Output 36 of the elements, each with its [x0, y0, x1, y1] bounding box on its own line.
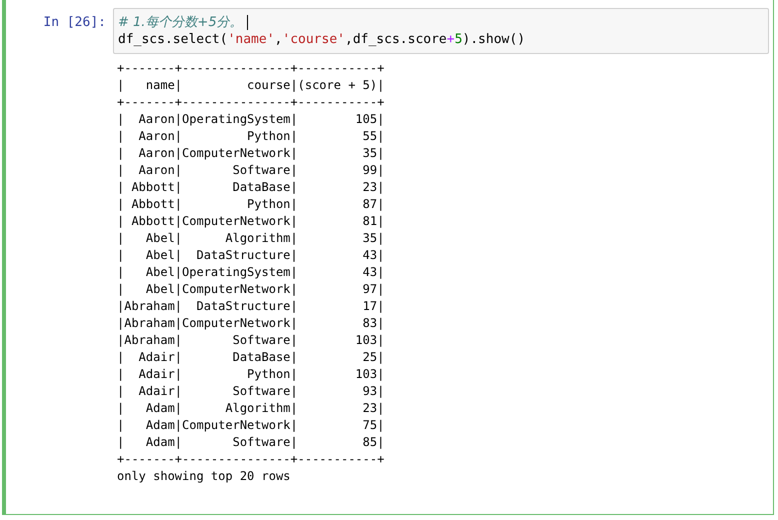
code-token: # 1.每个分数+5分。: [118, 14, 243, 31]
output-line: +-------+---------------+-----------+: [117, 94, 386, 111]
output-line: | Aaron| Software| 99|: [117, 162, 386, 179]
output-line: |Abraham| Software| 103|: [117, 332, 386, 349]
output-line: | Aaron|ComputerNetwork| 35|: [117, 145, 386, 162]
code-token: 5: [454, 31, 462, 48]
code-token: 'course': [282, 31, 345, 48]
output-line: | Adair| Python| 103|: [117, 366, 386, 383]
code-editor[interactable]: # 1.每个分数+5分。 df_scs.select('name','course',df_scs.score+5).show(): [113, 8, 769, 54]
output-line: | Adam| Software| 85|: [117, 434, 386, 451]
output-line: | Adair| DataBase| 25|: [117, 349, 386, 366]
output-line: | Aaron| Python| 55|: [117, 128, 386, 145]
output-line: | name| course|(score + 5)|: [117, 77, 386, 94]
code-token: ).show(): [462, 31, 526, 48]
output-line: | Adam|ComputerNetwork| 75|: [117, 417, 386, 434]
output-line: | Adair| Software| 93|: [117, 383, 386, 400]
code-token: +: [446, 31, 455, 48]
code-token: 'name': [228, 31, 275, 48]
output-line: | Abbott|ComputerNetwork| 81|: [117, 213, 386, 230]
output-line: +-------+---------------+-----------+: [117, 451, 386, 468]
input-prompt: In [26]:: [42, 14, 107, 30]
code-token: df_scs.select(: [118, 31, 228, 48]
code-token: ,df_scs.score: [345, 31, 447, 48]
output-line: +-------+---------------+-----------+: [117, 60, 386, 77]
output-line: | Aaron|OperatingSystem| 105|: [117, 111, 386, 128]
output-line: |Abraham|ComputerNetwork| 83|: [117, 315, 386, 332]
output-line: | Abel|ComputerNetwork| 97|: [117, 281, 386, 298]
output-line: | Abbott| Python| 87|: [117, 196, 386, 213]
output-line: | Abel| DataStructure| 43|: [117, 247, 386, 264]
output-line: only showing top 20 rows: [117, 468, 292, 485]
output-line: | Abel| Algorithm| 35|: [117, 230, 386, 247]
output-line: | Adam| Algorithm| 23|: [117, 400, 386, 417]
output-line: | Abel|OperatingSystem| 43|: [117, 264, 386, 281]
output-line: |Abraham| DataStructure| 17|: [117, 298, 386, 315]
output-line: | Abbott| DataBase| 23|: [117, 179, 386, 196]
code-token: ,: [274, 31, 282, 48]
